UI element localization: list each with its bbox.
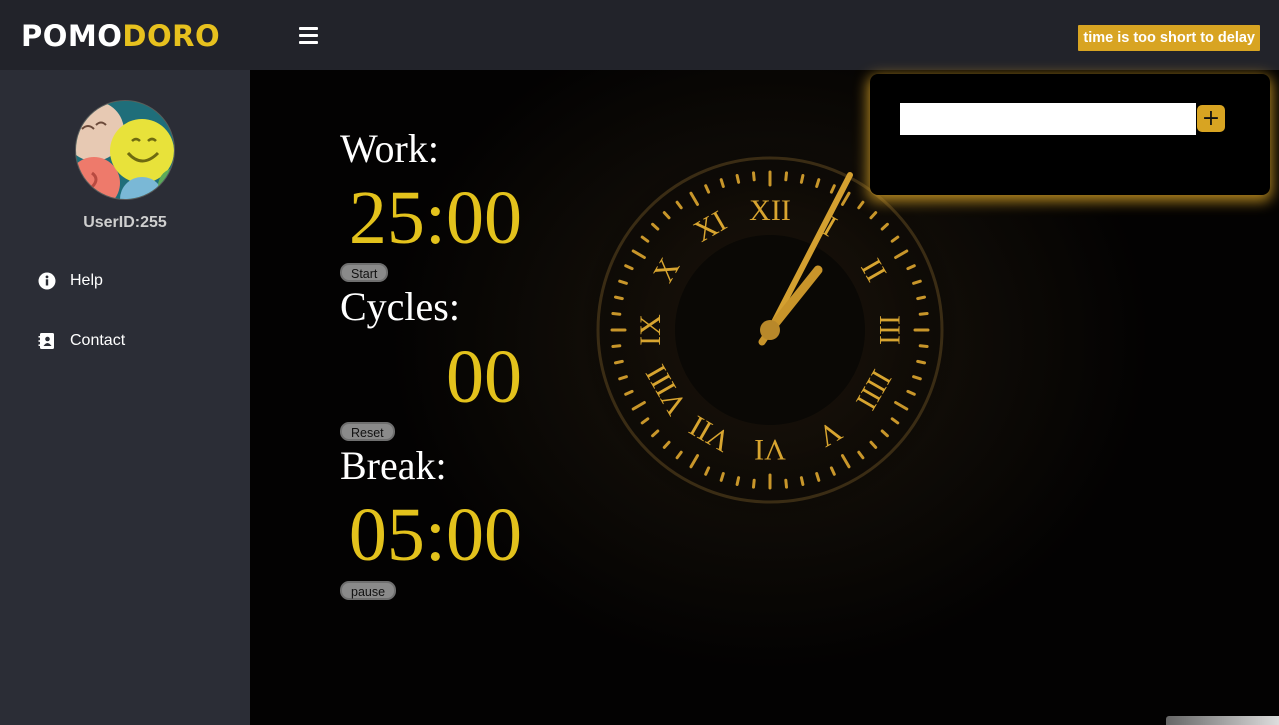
tagline-badge: time is too short to delay <box>1078 25 1260 51</box>
hamburger-menu-icon[interactable] <box>299 27 318 44</box>
contact-book-icon <box>38 332 56 350</box>
top-bar: POMODORO time is too short to delay <box>0 0 1279 70</box>
logo: POMODORO <box>21 18 220 54</box>
reset-button[interactable]: Reset <box>340 422 395 441</box>
work-timer-display: 25:00 <box>348 176 522 260</box>
sidebar-item-label: Help <box>70 272 103 289</box>
info-icon <box>38 272 56 290</box>
svg-text:XII: XII <box>749 194 791 227</box>
add-todo-button[interactable]: + <box>1197 105 1225 132</box>
corner-strip <box>1166 716 1279 725</box>
clock-background-image: XII IIIIIIIIIIVVIVIIVIIIIXXXI <box>580 140 960 520</box>
avatar <box>75 100 175 200</box>
svg-text:IX: IX <box>634 314 667 346</box>
logo-part-1: POMO <box>21 19 123 53</box>
pause-button[interactable]: pause <box>340 581 397 600</box>
svg-text:VI: VI <box>754 433 786 466</box>
sidebar: UserID:255 Help Contact <box>0 70 250 725</box>
svg-text:III: III <box>873 315 906 345</box>
break-timer-display: 05:00 <box>348 493 522 577</box>
sidebar-item-help[interactable]: Help <box>38 269 103 293</box>
logo-part-2: DORO <box>122 19 221 53</box>
cycles-count-display: 00 <box>446 335 522 419</box>
todo-card: + <box>870 74 1270 195</box>
plus-icon: + <box>1201 106 1221 131</box>
sidebar-item-label: Contact <box>70 332 126 349</box>
break-label: Break: <box>340 443 447 488</box>
start-button[interactable]: Start <box>340 263 389 282</box>
work-label: Work: <box>340 126 439 171</box>
todo-input[interactable] <box>900 103 1196 135</box>
cycles-label: Cycles: <box>340 284 460 329</box>
user-id-label: UserID:255 <box>83 214 167 231</box>
sidebar-item-contact[interactable]: Contact <box>38 329 125 353</box>
